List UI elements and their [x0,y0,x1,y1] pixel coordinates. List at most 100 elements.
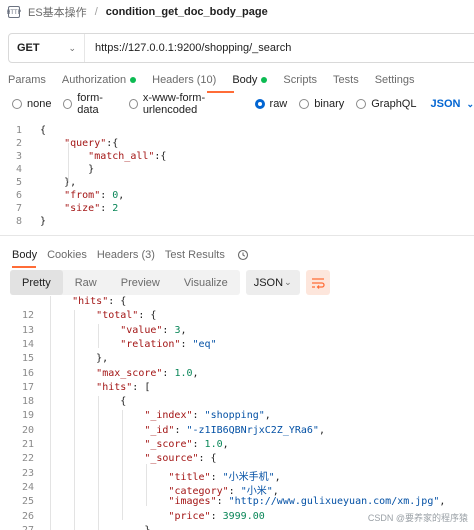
view-mode-preview[interactable]: Preview [109,270,172,295]
history-icon[interactable] [237,249,249,261]
json-key: "images" [168,496,217,508]
active-dot-icon [130,77,137,83]
json-key: "query" [64,138,107,149]
response-tab-headers-3[interactable]: Headers (3) [97,249,155,261]
json-number: 1.0 [174,367,193,379]
radio-unchecked-icon [299,99,310,109]
body-type-raw[interactable]: raw [254,98,287,110]
json-punctuation: : [210,510,223,522]
body-type-graphql[interactable]: GraphQL [356,98,416,110]
breadcrumb: HTTP ES基本操作 / condition_get_doc_body_pag… [0,0,474,24]
response-format-select[interactable]: JSON ⌄ [245,270,300,295]
response-active-tab-indicator [12,266,36,268]
json-key: "price" [168,510,211,522]
tab-label: Tests [333,74,359,86]
code-line: 5 }, [0,177,76,190]
response-tab-cookies[interactable]: Cookies [47,249,87,261]
indent-guide [146,464,147,506]
body-type-label: GraphQL [371,98,417,110]
json-punctuation [48,382,96,393]
response-tab-body[interactable]: Body [12,249,37,261]
code-line: 26 "price": 3999.00 [0,511,265,524]
json-punctuation [48,439,144,450]
json-punctuation: : [192,410,205,422]
radio-unchecked-icon [356,99,367,109]
view-mode-raw[interactable]: Raw [63,270,109,295]
json-punctuation: : { [198,453,217,465]
request-body-editor[interactable]: 1{2 "query":{3 "match_all":{4 } 5 }, 6 "fr… [0,125,474,230]
tab-params[interactable]: Params [8,74,46,86]
chevron-down-icon: ⌄ [284,277,292,287]
code-line: 6 "from": 0, [0,190,124,203]
response-body-viewer[interactable]: "hits": {12 "total": {13 "value": 3, 14 "… [0,296,474,530]
code-text: } [48,525,150,530]
raw-language-select[interactable]: JSON ⌄ [430,98,474,110]
body-type-form-data[interactable]: form-data [63,92,117,116]
indent-guide [98,324,99,348]
code-line: 18 { [0,396,126,409]
json-punctuation: , [118,190,125,201]
code-line: 27 } [0,525,150,530]
tab-settings[interactable]: Settings [375,74,415,86]
json-key: "hits" [96,381,133,393]
code-text: "hits": { [48,296,126,309]
url-input[interactable] [85,42,465,54]
json-punctuation [48,368,96,379]
view-mode-visualize[interactable]: Visualize [172,270,240,295]
json-punctuation: } [48,525,150,530]
json-punctuation: , [264,410,271,422]
tab-label: Scripts [283,74,318,86]
response-tab-test-results[interactable]: Test Results [165,249,225,261]
json-punctuation [40,203,64,214]
json-punctuation [48,325,120,336]
line-number: 7 [15,203,22,214]
indent-guide [74,310,75,530]
code-line: "hits": { [0,296,126,309]
code-text: "query":{ [40,138,118,151]
body-type-none[interactable]: none [12,98,51,110]
tab-scripts[interactable]: Scripts [283,74,317,86]
body-type-binary[interactable]: binary [299,98,344,110]
json-punctuation [48,410,144,421]
breadcrumb-parent[interactable]: ES基本操作 [28,4,87,20]
code-text: "max_score": 1.0, [48,367,198,381]
json-number: 1.0 [204,439,223,450]
body-type-label: binary [314,98,345,110]
code-text: "category": "小米", [48,482,278,497]
code-text: "images": "http://www.gulixueyuan.com/xm… [48,496,445,509]
line-number: 3 [15,151,22,162]
wrap-lines-button[interactable] [305,270,330,295]
code-text: }, [48,353,108,366]
json-punctuation: { [48,396,127,408]
json-key: "size" [64,203,101,214]
indent-guide [122,410,123,520]
tab-label: Body [232,74,258,86]
line-number: 20 [21,424,34,436]
line-number: 15 [21,353,34,365]
code-line: 13 "value": 3, [0,325,187,338]
json-string: "shopping" [204,410,265,422]
code-text: "total": { [48,310,156,323]
code-line: 4 } [0,164,94,177]
breadcrumb-separator: / [94,6,98,18]
tab-body[interactable]: Body [232,74,268,86]
pane-divider[interactable] [0,235,474,236]
tab-headers-10[interactable]: Headers (10) [152,74,216,86]
line-number: 19 [21,410,34,422]
body-type-x-www-form-urlencoded[interactable]: x-www-form-urlencoded [128,92,243,116]
tab-authorization[interactable]: Authorization [62,74,137,86]
raw-language-label: JSON [430,98,461,110]
code-text: "price": 3999.00 [48,510,264,524]
response-toolbar: Pretty Raw Preview Visualize JSON ⌄ [10,270,330,295]
tab-tests[interactable]: Tests [333,74,359,86]
active-dot-icon [261,77,268,83]
json-key: "_index" [144,410,193,422]
line-number: 24 [21,481,34,493]
request-name[interactable]: condition_get_doc_body_page [106,6,268,18]
line-number: 12 [21,310,34,322]
view-mode-pretty[interactable]: Pretty [10,270,63,295]
json-punctuation: : [162,324,175,336]
method-select[interactable]: GET ⌄ [9,34,85,62]
json-punctuation: , [180,324,187,336]
json-key: "max_score" [96,367,163,379]
